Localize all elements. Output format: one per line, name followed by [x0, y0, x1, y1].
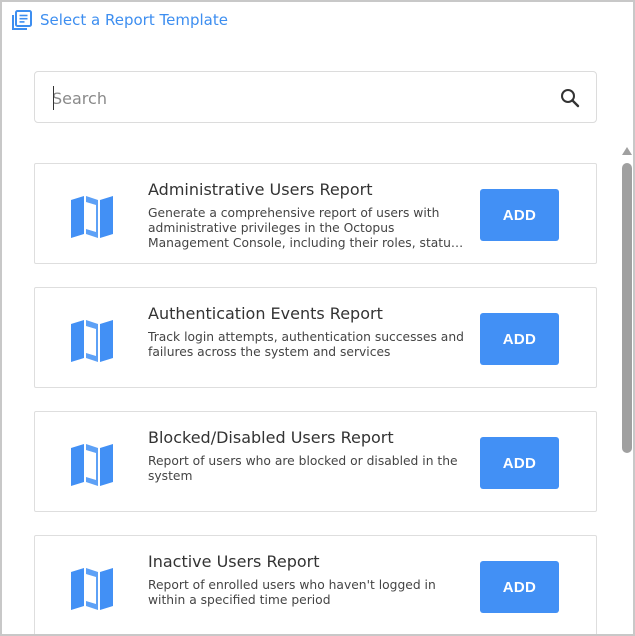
search-box[interactable] [34, 71, 597, 123]
map-icon [71, 320, 113, 362]
add-button[interactable]: ADD [480, 189, 559, 241]
map-icon [71, 196, 113, 238]
list-scrollbar[interactable] [621, 147, 633, 634]
text-cursor [53, 86, 54, 110]
report-template-dialog: Select a Report Template Administrative … [0, 0, 635, 636]
report-description: Track login attempts, authentication suc… [148, 330, 464, 359]
map-icon [71, 444, 113, 486]
report-title: Authentication Events Report [148, 304, 383, 323]
add-button[interactable]: ADD [480, 437, 559, 489]
add-button[interactable]: ADD [480, 561, 559, 613]
add-button[interactable]: ADD [480, 313, 559, 365]
report-template-list: Administrative Users Report Generate a c… [34, 163, 597, 634]
dialog-header: Select a Report Template [12, 8, 228, 32]
report-title: Inactive Users Report [148, 552, 320, 571]
report-list-icon [12, 10, 32, 30]
map-icon [71, 568, 113, 610]
scrollbar-thumb[interactable] [622, 163, 632, 453]
report-card-blocked-disabled-users: Blocked/Disabled Users Report Report of … [34, 411, 597, 512]
dialog-title: Select a Report Template [40, 11, 228, 29]
search-icon[interactable] [558, 86, 582, 110]
report-card-authentication-events: Authentication Events Report Track login… [34, 287, 597, 388]
report-title: Blocked/Disabled Users Report [148, 428, 394, 447]
report-title: Administrative Users Report [148, 180, 373, 199]
report-description: Report of enrolled users who haven't log… [148, 578, 436, 607]
scroll-up-arrow-icon[interactable] [622, 147, 632, 155]
search-input[interactable] [52, 85, 552, 111]
report-card-administrative-users: Administrative Users Report Generate a c… [34, 163, 597, 264]
report-description: Generate a comprehensive report of users… [148, 206, 458, 250]
report-description: Report of users who are blocked or disab… [148, 454, 458, 483]
report-card-inactive-users: Inactive Users Report Report of enrolled… [34, 535, 597, 634]
